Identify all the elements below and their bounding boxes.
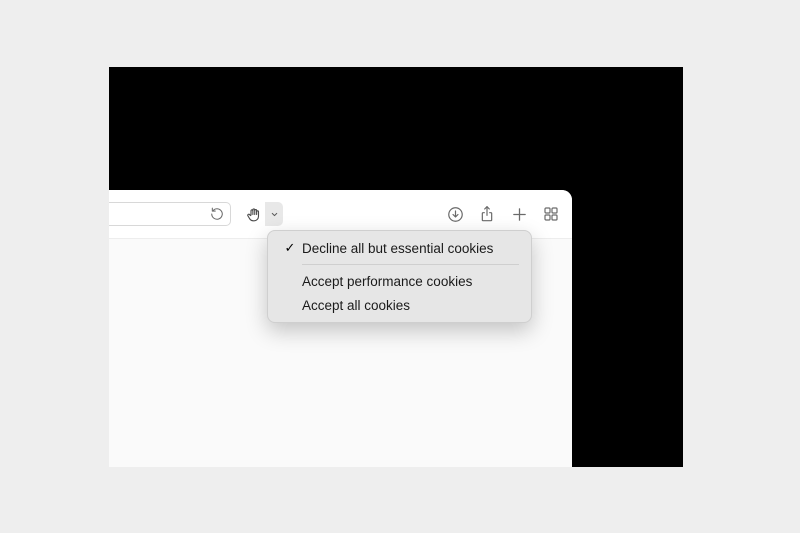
cookie-consent-button[interactable] — [242, 202, 264, 226]
menu-item-accept-all[interactable]: Accept all cookies — [268, 293, 531, 317]
share-button[interactable] — [478, 205, 496, 223]
cookie-consent-dropdown-toggle[interactable] — [265, 202, 283, 226]
menu-separator — [302, 264, 519, 265]
toolbar-right-icons — [446, 202, 560, 226]
grid-icon — [543, 206, 559, 222]
tab-overview-button[interactable] — [542, 205, 560, 223]
menu-item-accept-performance[interactable]: Accept performance cookies — [268, 269, 531, 293]
address-bar[interactable] — [109, 202, 231, 226]
reload-icon[interactable] — [210, 207, 224, 221]
menu-item-label: Accept all cookies — [300, 298, 519, 313]
menu-item-label: Accept performance cookies — [300, 274, 519, 289]
cookie-consent-menu: ✓ Decline all but essential cookies Acce… — [267, 230, 532, 323]
downloads-button[interactable] — [446, 205, 464, 223]
cookie-consent-button-group — [242, 202, 283, 226]
share-icon — [479, 205, 495, 223]
checkmark-icon: ✓ — [280, 240, 300, 256]
new-tab-button[interactable] — [510, 205, 528, 223]
browser-window: ✓ Decline all but essential cookies Acce… — [109, 190, 572, 467]
chevron-down-icon — [270, 210, 279, 219]
menu-item-label: Decline all but essential cookies — [300, 241, 519, 256]
menu-item-decline-all[interactable]: ✓ Decline all but essential cookies — [268, 236, 531, 260]
hand-icon — [246, 207, 261, 222]
plus-icon — [511, 206, 528, 223]
download-icon — [447, 206, 464, 223]
